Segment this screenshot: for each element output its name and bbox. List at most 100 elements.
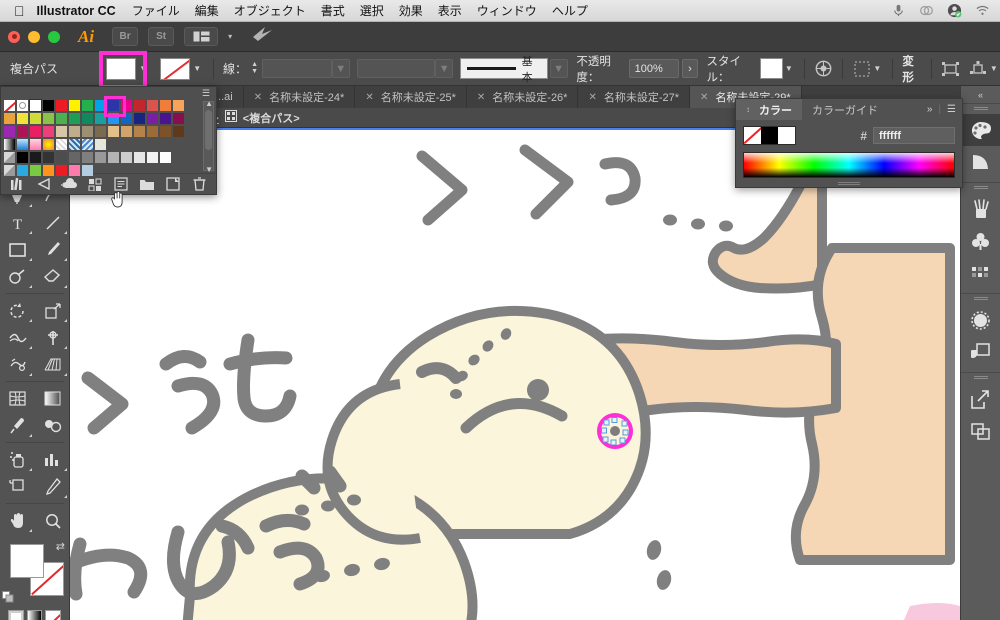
free-transform-tool[interactable] xyxy=(35,324,70,351)
swatch[interactable] xyxy=(133,125,146,138)
menu-object[interactable]: オブジェクト xyxy=(234,2,306,19)
fill-swatch[interactable] xyxy=(106,57,137,80)
swatch[interactable] xyxy=(68,112,81,125)
swatch[interactable] xyxy=(146,99,159,112)
rotate-tool[interactable] xyxy=(0,297,35,324)
color-white-swatch[interactable] xyxy=(778,127,795,144)
swatch[interactable] xyxy=(159,151,172,164)
swatch-registration[interactable] xyxy=(16,99,29,112)
column-graph-tool[interactable] xyxy=(35,446,70,473)
swatch[interactable] xyxy=(42,125,55,138)
swatch[interactable] xyxy=(81,164,94,177)
slice-tool[interactable] xyxy=(35,473,70,500)
menu-window[interactable]: ウィンドウ xyxy=(477,2,537,19)
tab-color-guide[interactable]: カラーガイド xyxy=(802,99,888,120)
width-tool[interactable] xyxy=(0,324,35,351)
new-color-group-icon[interactable] xyxy=(135,175,159,193)
swatch[interactable] xyxy=(94,99,107,112)
artboard-canvas[interactable] xyxy=(70,128,960,620)
swatch[interactable] xyxy=(159,125,172,138)
shape-builder-tool[interactable] xyxy=(0,351,35,378)
blend-tool[interactable] xyxy=(35,412,70,439)
swatch[interactable] xyxy=(3,112,16,125)
line-segment-tool[interactable] xyxy=(35,209,70,236)
default-fill-stroke-icon[interactable] xyxy=(2,590,14,603)
symbols-panel-icon[interactable] xyxy=(961,225,1000,257)
swatch-pattern[interactable] xyxy=(68,138,81,151)
brushes-panel-icon[interactable] xyxy=(961,193,1000,225)
opacity-field[interactable]: 100% xyxy=(628,59,680,78)
scroll-up-icon[interactable]: ▲ xyxy=(205,99,213,108)
mesh-tool[interactable] xyxy=(0,385,35,412)
menu-edit[interactable]: 編集 xyxy=(195,2,219,19)
swatch[interactable] xyxy=(146,112,159,125)
swatch[interactable] xyxy=(94,125,107,138)
dock-grip[interactable] xyxy=(961,183,1000,193)
symbol-sprayer-tool[interactable] xyxy=(0,446,35,473)
swatch[interactable] xyxy=(159,112,172,125)
anchor-point-icon[interactable] xyxy=(969,58,988,80)
anchor-chevron-down-icon[interactable]: ▼ xyxy=(988,58,1000,80)
style-chevron-down-icon[interactable]: ▼ xyxy=(783,58,795,80)
swatch[interactable] xyxy=(42,99,55,112)
swatch[interactable] xyxy=(146,151,159,164)
close-tab-icon[interactable]: ✕ xyxy=(700,92,708,103)
hex-input[interactable]: ffffff xyxy=(873,127,955,144)
graphic-style-swatch[interactable] xyxy=(759,58,783,79)
stroke-weight-dropdown[interactable]: ▼ xyxy=(331,59,350,78)
transform-button[interactable]: 変形 xyxy=(902,53,922,85)
stroke-weight-field[interactable] xyxy=(262,59,332,78)
swatch[interactable] xyxy=(107,125,120,138)
align-icon[interactable] xyxy=(852,58,871,80)
zoom-tool[interactable] xyxy=(35,507,70,534)
menubar-app-name[interactable]: Illustrator CC xyxy=(37,4,116,18)
swatch[interactable] xyxy=(55,125,68,138)
swatch[interactable] xyxy=(29,112,42,125)
panel-resize-grip[interactable] xyxy=(736,182,962,186)
adobe-stock-button[interactable]: St xyxy=(148,27,175,46)
swatches-scrollbar[interactable] xyxy=(203,101,214,171)
align-chevron-down-icon[interactable]: ▼ xyxy=(871,58,883,80)
swatch-gradient[interactable] xyxy=(29,138,42,151)
swatch[interactable] xyxy=(81,151,94,164)
expand-panel-icon[interactable]: » xyxy=(927,104,933,115)
swatch[interactable] xyxy=(120,99,133,112)
menu-view[interactable]: 表示 xyxy=(438,2,462,19)
fill-color-control[interactable]: ▼ xyxy=(99,50,150,89)
swatch-selected[interactable] xyxy=(107,99,120,112)
swatch[interactable] xyxy=(42,151,55,164)
maximize-window-button[interactable] xyxy=(48,30,60,43)
color-group-icon[interactable] xyxy=(31,175,55,193)
microphone-icon[interactable] xyxy=(891,3,906,18)
minimize-window-button[interactable] xyxy=(28,30,40,43)
paintbrush-tool[interactable] xyxy=(35,236,70,263)
none-mode-button[interactable] xyxy=(45,610,62,620)
swatch[interactable] xyxy=(68,99,81,112)
gradient-mode-button[interactable] xyxy=(26,610,43,620)
swatch[interactable] xyxy=(159,99,172,112)
swatch[interactable] xyxy=(3,125,16,138)
swatch-white[interactable] xyxy=(29,99,42,112)
menu-file[interactable]: ファイル xyxy=(132,2,180,19)
swatch[interactable] xyxy=(133,151,146,164)
arrange-documents-button[interactable] xyxy=(184,27,219,46)
scroll-down-icon[interactable]: ▼ xyxy=(205,165,213,174)
brush-definition-selector[interactable]: 基本 xyxy=(460,56,548,84)
close-tab-icon[interactable]: ✕ xyxy=(254,92,262,103)
creative-cloud-icon[interactable] xyxy=(919,3,934,18)
close-tab-icon[interactable]: ✕ xyxy=(588,92,596,103)
swatch[interactable] xyxy=(68,164,81,177)
eyedropper-tool[interactable] xyxy=(0,412,35,439)
swatch[interactable] xyxy=(81,125,94,138)
swatch-pattern[interactable] xyxy=(94,138,107,151)
panel-menu-icon[interactable]: ☰ xyxy=(947,104,956,115)
swatch[interactable] xyxy=(42,164,55,177)
document-tab[interactable]: ✕ 名称未設定-25* xyxy=(355,86,467,108)
swatch[interactable] xyxy=(16,112,29,125)
user-avatar-icon[interactable] xyxy=(947,3,962,18)
artboard-tool[interactable] xyxy=(0,473,35,500)
stroke-chevron-down-icon[interactable]: ▼ xyxy=(190,58,204,80)
swatch[interactable] xyxy=(133,99,146,112)
color-none-swatch[interactable] xyxy=(744,127,761,144)
menu-type[interactable]: 書式 xyxy=(321,2,345,19)
